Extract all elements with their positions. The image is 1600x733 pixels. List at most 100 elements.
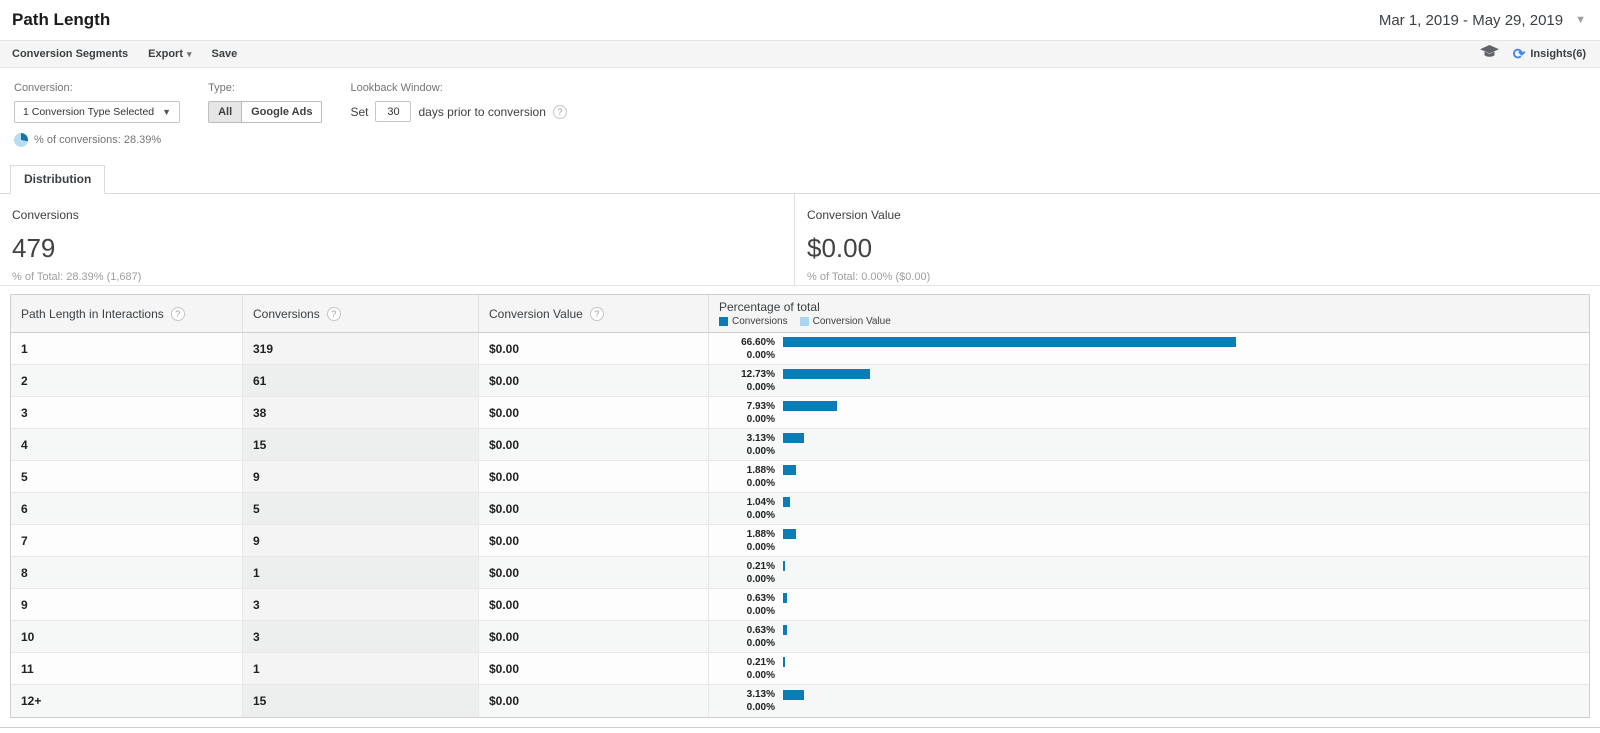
path-length-cell: 9 [11,589,243,620]
table-row: 12+ 15 $0.00 3.13% 0.00% [11,685,1589,717]
toolbar: Conversion Segments Export ▾ Save ⟳ Insi… [0,40,1600,68]
help-icon[interactable]: ? [326,306,341,321]
bars-container [783,625,1463,648]
table-row: 5 9 $0.00 1.88% 0.00% [11,461,1589,493]
conversion-value-cell: $0.00 [479,525,709,556]
percentage-cell: 3.13% 0.00% [709,685,1589,717]
conversion-value-cell: $0.00 [479,653,709,684]
bars-container [783,465,1463,488]
bars-container [783,593,1463,616]
bars-container [783,497,1463,520]
summary-conversion-value-value: $0.00 [807,233,873,263]
conversions-cell: 1 [243,653,479,684]
pie-chart-icon [14,133,28,147]
toolbar-right: ⟳ Insights(6) [1479,45,1586,63]
path-length-table: Path Length in Interactions ? Conversion… [10,294,1590,718]
insights-button[interactable]: ⟳ Insights(6) [1513,47,1586,62]
pct-conversions-label: 3.13% [746,432,775,444]
date-range-selector[interactable]: Mar 1, 2019 - May 29, 2019 ▼ [1379,12,1586,29]
type-google-ads-button[interactable]: Google Ads [242,101,323,123]
summary-panel: Conversions 479 % of Total: 28.39% (1,68… [0,194,1600,286]
conversion-value-cell: $0.00 [479,333,709,364]
percentage-cell: 3.13% 0.00% [709,429,1589,460]
conversion-type-selected: 1 Conversion Type Selected [23,106,155,118]
legend-conversions-swatch [719,317,728,326]
percentage-labels: 12.73% 0.00% [715,368,775,394]
percentage-labels: 0.63% 0.00% [715,624,775,650]
conversion-value-cell: $0.00 [479,429,709,460]
conversions-cell: 15 [243,685,479,717]
percentage-cell: 0.21% 0.00% [709,653,1589,684]
conversions-cell: 38 [243,397,479,428]
type-all-button[interactable]: All [208,101,243,123]
summary-conversion-value-label: Conversion Value [807,208,901,222]
percentage-labels: 1.88% 0.00% [715,528,775,554]
pct-value-label: 0.00% [746,702,775,713]
percentage-cell: 66.60% 0.00% [709,333,1589,364]
save-button[interactable]: Save [212,48,238,60]
pct-conversions-label: 0.63% [746,592,775,604]
conversion-value-cell: $0.00 [479,397,709,428]
column-header-conversion-value[interactable]: Conversion Value ? [479,295,709,332]
percentage-labels: 7.93% 0.00% [715,400,775,426]
column-header-conversions[interactable]: Conversions ? [243,295,479,332]
help-icon[interactable]: ? [170,306,185,321]
pct-conversions-label: 66.60% [741,336,775,348]
path-length-cell: 3 [11,397,243,428]
conversion-value-cell: $0.00 [479,685,709,717]
conversions-cell: 61 [243,365,479,396]
conversion-segments-button[interactable]: Conversion Segments [12,48,128,60]
column-header-percentage-of-total: Percentage of total Conversions Conversi… [709,295,1589,332]
column-header-path-length[interactable]: Path Length in Interactions ? [11,295,243,332]
percentage-labels: 0.63% 0.00% [715,592,775,618]
conversion-value-cell: $0.00 [479,493,709,524]
table-header: Path Length in Interactions ? Conversion… [11,295,1589,333]
table-body: 1 319 $0.00 66.60% 0.00% 2 61 $0.00 12.73% 0.00% 3… [11,333,1589,717]
bars-container [783,337,1463,360]
pct-value-label: 0.00% [746,477,775,489]
path-length-cell: 2 [11,365,243,396]
table-row: 3 38 $0.00 7.93% 0.00% [11,397,1589,429]
help-icon[interactable]: ? [589,306,604,321]
education-cap-icon[interactable] [1479,45,1499,63]
summary-conversions-label: Conversions [12,208,79,222]
conversion-value-cell: $0.00 [479,461,709,492]
conversions-bar [783,337,1236,347]
summary-conversion-value-subtext: % of Total: 0.00% ($0.00) [807,271,931,283]
pct-value-label: 0.00% [746,349,775,361]
date-range-text: Mar 1, 2019 - May 29, 2019 [1378,11,1564,29]
percentage-labels: 66.60% 0.00% [715,336,775,362]
percentage-cell: 0.63% 0.00% [709,621,1589,652]
pct-value-label: 0.00% [746,509,775,521]
conversions-cell: 3 [243,589,479,620]
conversions-bar [783,657,785,667]
page-title: Path Length [12,10,111,29]
bars-container [783,561,1463,584]
lookback-days-input[interactable] [375,101,412,122]
pct-conversions-label: 0.21% [746,560,775,572]
conversions-bar [783,561,785,571]
conversions-bar [783,625,788,635]
bars-container [783,433,1463,456]
insights-label: Insights(6) [1530,48,1586,60]
conversion-type-dropdown[interactable]: 1 Conversion Type Selected ▼ [14,101,181,123]
column-header-percentage-label: Percentage of total [719,300,820,314]
percentage-cell: 1.88% 0.00% [709,525,1589,556]
conversions-cell: 5 [243,493,479,524]
conversions-cell: 9 [243,461,479,492]
conversions-bar [783,497,791,507]
export-button[interactable]: Export ▾ [148,48,191,60]
conversions-cell: 3 [243,621,479,652]
pct-value-label: 0.00% [746,669,775,681]
path-length-cell: 10 [11,621,243,652]
percentage-labels: 0.21% 0.00% [715,560,775,586]
percentage-cell: 1.88% 0.00% [709,461,1589,492]
path-length-cell: 12+ [11,685,243,717]
bars-container [783,657,1463,680]
tab-distribution[interactable]: Distribution [10,165,106,194]
help-icon[interactable]: ? [552,104,567,119]
table-row: 9 3 $0.00 0.63% 0.00% [11,589,1589,621]
pct-conversions-label: 0.63% [746,624,775,636]
lookback-label: Lookback Window: [350,82,443,94]
table-row: 11 1 $0.00 0.21% 0.00% [11,653,1589,685]
